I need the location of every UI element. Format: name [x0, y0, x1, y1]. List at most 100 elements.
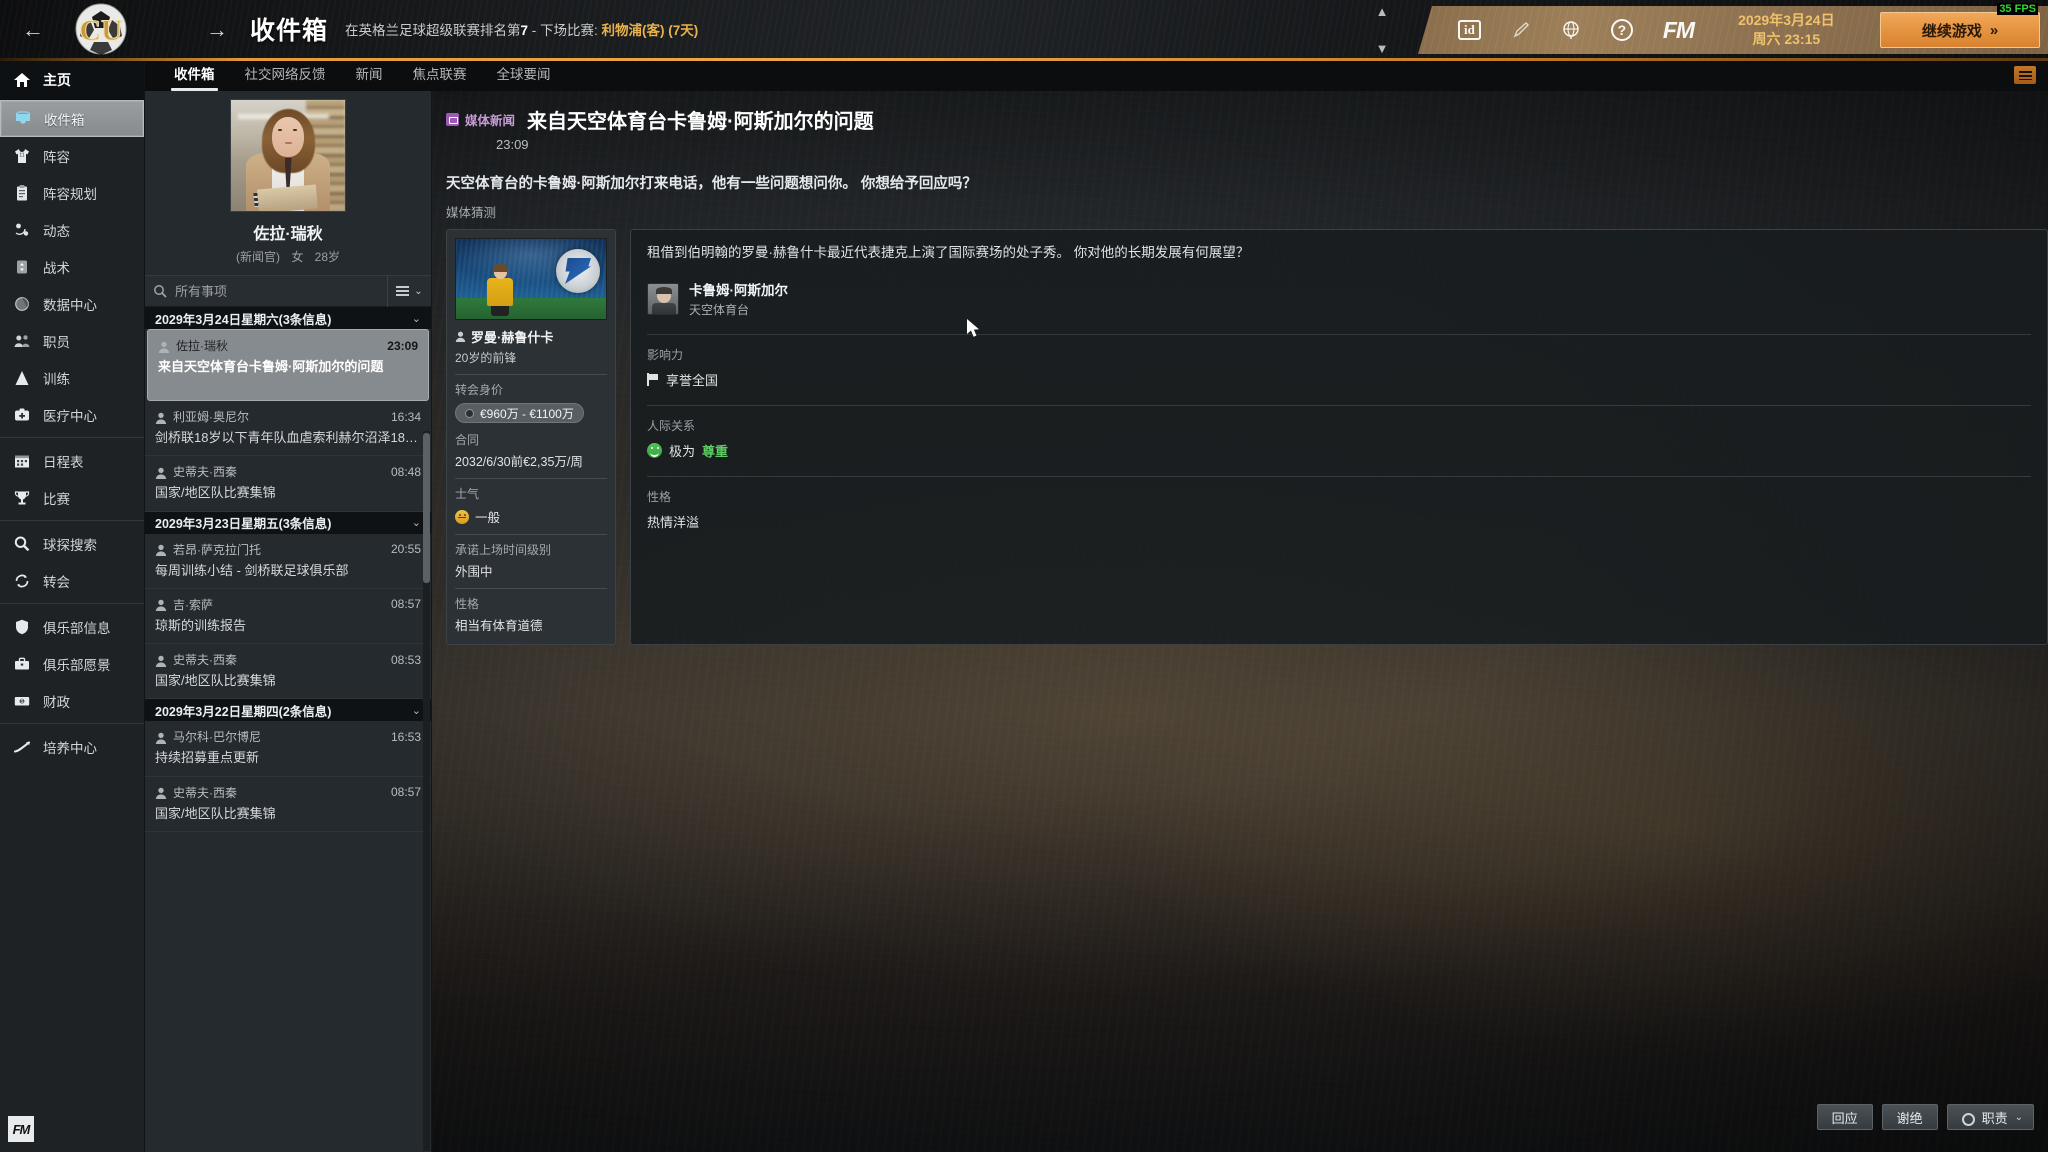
back-arrow-icon[interactable]: ← [16, 13, 50, 47]
player-value-label: 转会身价 [455, 383, 504, 397]
message-sender: 史蒂夫·西秦 [173, 653, 237, 667]
tab-3[interactable]: 焦点联赛 [398, 61, 482, 91]
top-bar: ← CU → 收件箱 在英格兰足球超级联赛排名第7 - 下场比赛: 利物浦(客)… [0, 0, 2048, 60]
message-group-header-0[interactable]: 2029年3月24日星期六(3条信息) ⌄ [145, 307, 431, 329]
sidebar-item-11[interactable]: 球探搜索 [0, 525, 144, 562]
message-time: 23:09 [387, 338, 418, 353]
happy-face-icon [647, 443, 662, 459]
player-card[interactable]: 罗曼·赫鲁什卡 20岁的前锋 转会身价 €960万 - €1100万 合同 20… [446, 229, 616, 645]
tab-2[interactable]: 新闻 [341, 61, 398, 91]
message-group-header-1[interactable]: 2029年3月23日星期五(3条信息) ⌄ [145, 511, 431, 534]
trophy-icon [12, 488, 32, 508]
staff-icon [12, 331, 32, 351]
sidebar-item-1[interactable]: 11 阵容 [0, 137, 144, 174]
tab-1[interactable]: 社交网络反馈 [230, 61, 341, 91]
filter-menu-icon[interactable]: ⌄ [387, 275, 431, 307]
sidebar-item-3[interactable]: 动态 [0, 211, 144, 248]
list-view-icon[interactable] [2014, 66, 2036, 84]
message-list-item[interactable]: 利亚姆·奥尼尔 16:34 剑桥联18岁以下青年队血虐索利赫尔沼泽18岁以下青年队 [145, 401, 431, 457]
person-icon [155, 411, 167, 424]
help-icon[interactable]: ? [1610, 19, 1633, 41]
decline-button[interactable]: 谢绝 [1881, 1104, 1938, 1130]
message-list-item[interactable]: 马尔科·巴尔博尼 16:53 持续招募重点更新 [145, 721, 431, 777]
journalist-gender: 女 [291, 250, 304, 264]
media-news-label: 媒体新闻 [465, 114, 516, 128]
duties-button[interactable]: 职责 ⌄ [1946, 1104, 2034, 1130]
sidebar-item-10[interactable]: 比赛 [0, 479, 144, 516]
pencil-icon[interactable] [1511, 20, 1531, 40]
sidebar-item-8[interactable]: 医疗中心 [0, 396, 144, 433]
header-scroll-arrows[interactable]: ▲ ▼ [1371, 5, 1393, 55]
sidebar-item-5[interactable]: 数据中心 [0, 285, 144, 322]
inbox-scrollbar-thumb[interactable] [423, 433, 430, 583]
fm-corner-logo[interactable]: FM [8, 1116, 34, 1142]
player-name-row: 罗曼·赫鲁什卡 [455, 327, 607, 346]
chevron-down-icon[interactable]: ⌄ [412, 704, 421, 717]
message-sender: 史蒂夫·西秦 [173, 785, 237, 800]
scroll-down-icon[interactable]: ▼ [1376, 42, 1389, 55]
club-badge-icon[interactable]: CU [66, 0, 136, 60]
tab-0[interactable]: 收件箱 [159, 61, 230, 91]
scroll-up-icon[interactable]: ▲ [1376, 5, 1389, 18]
sidebar-separator [0, 723, 144, 724]
fm-inbox-screen: ← CU → 收件箱 在英格兰足球超级联赛排名第7 - 下场比赛: 利物浦(客)… [0, 0, 2048, 1152]
message-list-item[interactable]: 佐拉·瑞秋 23:09 来自天空体育台卡鲁姆·阿斯加尔的问题 [147, 329, 429, 401]
respond-button[interactable]: 回应 [1816, 1104, 1873, 1130]
sidebar-item-13[interactable]: 俱乐部信息 [0, 608, 144, 645]
sidebar-item-15[interactable]: $ 财政 [0, 682, 144, 719]
sidebar-item-label: 训练 [43, 371, 70, 387]
message-time: 20:55 [390, 542, 421, 556]
message-sender: 若昂·萨克拉门托 [173, 542, 261, 557]
medical-icon [12, 405, 32, 425]
sidebar-item-4[interactable]: 战术 [0, 248, 144, 285]
message-list-item[interactable]: 史蒂夫·西秦 08:53 国家/地区队比赛集锦 [145, 644, 431, 700]
sidebar-item-12[interactable]: 转会 [0, 562, 144, 599]
message-list-item[interactable]: 若昂·萨克拉门托 20:55 每周训练小结 - 剑桥联足球俱乐部 [145, 534, 431, 589]
article-section-label: 媒体猜测 [446, 206, 497, 220]
influence-label: 影响力 [647, 348, 684, 363]
id-icon[interactable]: id [1458, 20, 1481, 40]
sidebar-item-2[interactable]: 阵容规划 [0, 174, 144, 211]
sidebar-item-home[interactable]: 主页 [0, 60, 144, 100]
calendar-icon [12, 451, 32, 471]
transfer-icon [12, 571, 32, 591]
sidebar-item-6[interactable]: 职员 [0, 322, 144, 359]
status-box: id ? FM 2029年3月24日 周六 23:15 继续游戏 » [1418, 6, 2048, 54]
fps-counter: 35 FPS [1997, 3, 2038, 15]
message-list-item[interactable]: 史蒂夫·西秦 08:57 国家/地区队比赛集锦 [145, 777, 431, 832]
message-list-item[interactable]: 史蒂夫·西秦 08:48 国家/地区队比赛集锦 [145, 456, 431, 512]
message-list-item[interactable]: 吉·索萨 08:57 琼斯的训练报告 [145, 589, 431, 644]
sidebar-item-0[interactable]: 收件箱 [0, 100, 144, 137]
search-input[interactable] [175, 283, 387, 299]
chevron-down-icon[interactable]: ⌄ [412, 312, 421, 325]
sidebar-item-label: 比赛 [43, 491, 70, 507]
journalist-block: 卡鲁姆·阿斯加尔 天空体育台 [647, 279, 2031, 318]
fm-logo-icon[interactable]: FM [1663, 17, 1695, 44]
continue-game-button[interactable]: 继续游戏 » [1880, 12, 2040, 48]
sidebar-item-14[interactable]: 俱乐部愿景 [0, 645, 144, 682]
tab-4[interactable]: 全球要闻 [482, 61, 566, 91]
sidebar-item-16[interactable]: 培养中心 [0, 728, 144, 765]
player-morale-label: 士气 [455, 487, 480, 501]
data-hub-icon [12, 294, 32, 314]
sidebar-item-label: 俱乐部信息 [43, 620, 111, 636]
sidebar-item-9[interactable]: 日程表 [0, 442, 144, 479]
continue-game-label: 继续游戏 [1921, 22, 1982, 40]
sidebar-item-7[interactable]: 训练 [0, 359, 144, 396]
chevron-down-icon[interactable]: ⌄ [412, 516, 421, 529]
person-icon [155, 654, 167, 667]
message-subject: 每周训练小结 - 剑桥联足球俱乐部 [155, 562, 349, 578]
inbox-icon [13, 109, 33, 129]
relationship-value-row: 极为 尊重 [647, 441, 2031, 460]
influence-value-row: 享誉全国 [647, 370, 2031, 389]
article-content-row: 罗曼·赫鲁什卡 20岁的前锋 转会身价 €960万 - €1100万 合同 20… [446, 229, 2048, 645]
player-morale: 一般 [475, 511, 501, 525]
forward-arrow-icon[interactable]: → [200, 13, 234, 47]
message-subject: 剑桥联18岁以下青年队血虐索利赫尔沼泽18岁以下青年队 [155, 430, 421, 445]
message-subject: 国家/地区队比赛集锦 [155, 673, 276, 688]
sidebar-item-label: 俱乐部愿景 [43, 657, 111, 673]
globe-icon[interactable] [1561, 20, 1581, 40]
influence-value: 享誉全国 [666, 373, 719, 389]
game-time: 周六 23:15 [1752, 31, 1821, 47]
message-group-header-2[interactable]: 2029年3月22日星期四(2条信息) ⌄ [145, 699, 431, 722]
